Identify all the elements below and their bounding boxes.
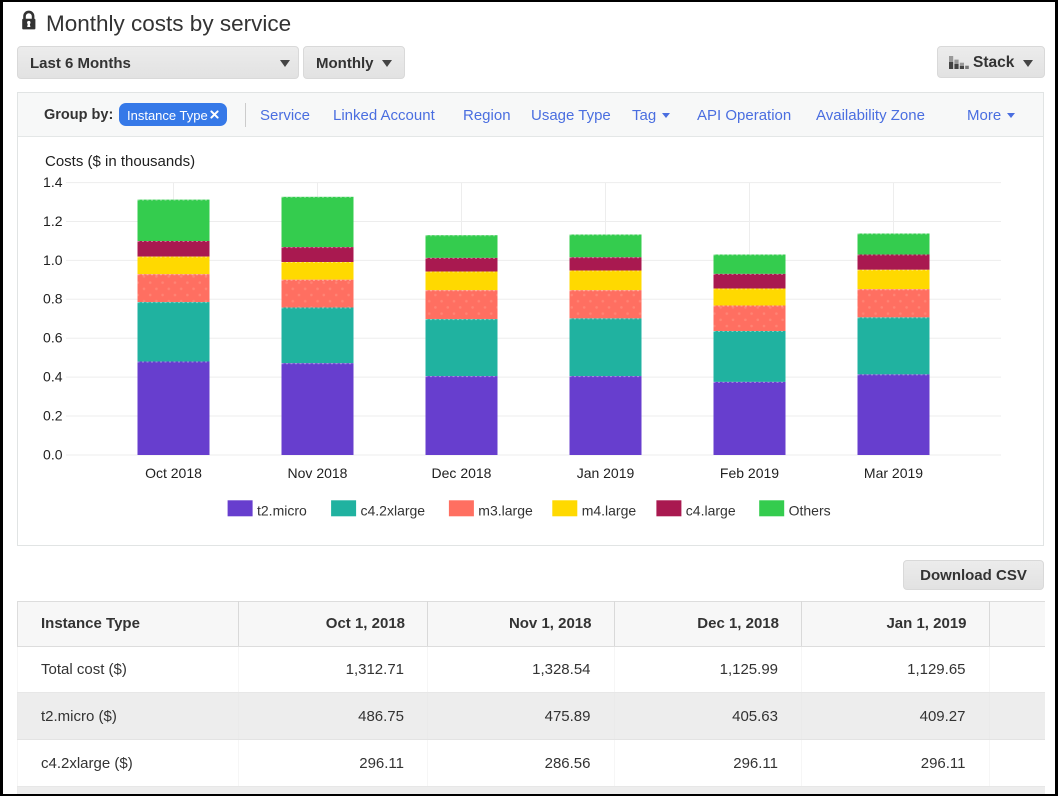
svg-text:0.2: 0.2 xyxy=(43,407,63,423)
svg-text:Mar 2019: Mar 2019 xyxy=(864,465,923,481)
svg-text:m3.large: m3.large xyxy=(478,502,533,518)
svg-text:Costs ($ in thousands): Costs ($ in thousands) xyxy=(45,153,195,170)
svg-text:c4.2xlarge: c4.2xlarge xyxy=(361,502,426,518)
svg-text:0.6: 0.6 xyxy=(43,330,63,346)
svg-text:Dec 2018: Dec 2018 xyxy=(432,465,492,481)
svg-text:Nov 2018: Nov 2018 xyxy=(288,465,348,481)
svg-text:Others: Others xyxy=(789,502,831,518)
svg-text:m4.large: m4.large xyxy=(582,502,637,518)
svg-text:0.4: 0.4 xyxy=(43,369,63,385)
svg-text:t2.micro: t2.micro xyxy=(257,502,307,518)
svg-text:0.0: 0.0 xyxy=(43,446,63,462)
svg-text:1.4: 1.4 xyxy=(43,174,63,190)
svg-text:1.0: 1.0 xyxy=(43,252,63,268)
svg-text:1.2: 1.2 xyxy=(43,213,63,229)
svg-text:Feb 2019: Feb 2019 xyxy=(720,465,779,481)
svg-text:Jan 2019: Jan 2019 xyxy=(577,465,635,481)
svg-text:0.8: 0.8 xyxy=(43,291,63,307)
svg-text:c4.large: c4.large xyxy=(686,502,736,518)
svg-text:Oct 2018: Oct 2018 xyxy=(145,465,202,481)
